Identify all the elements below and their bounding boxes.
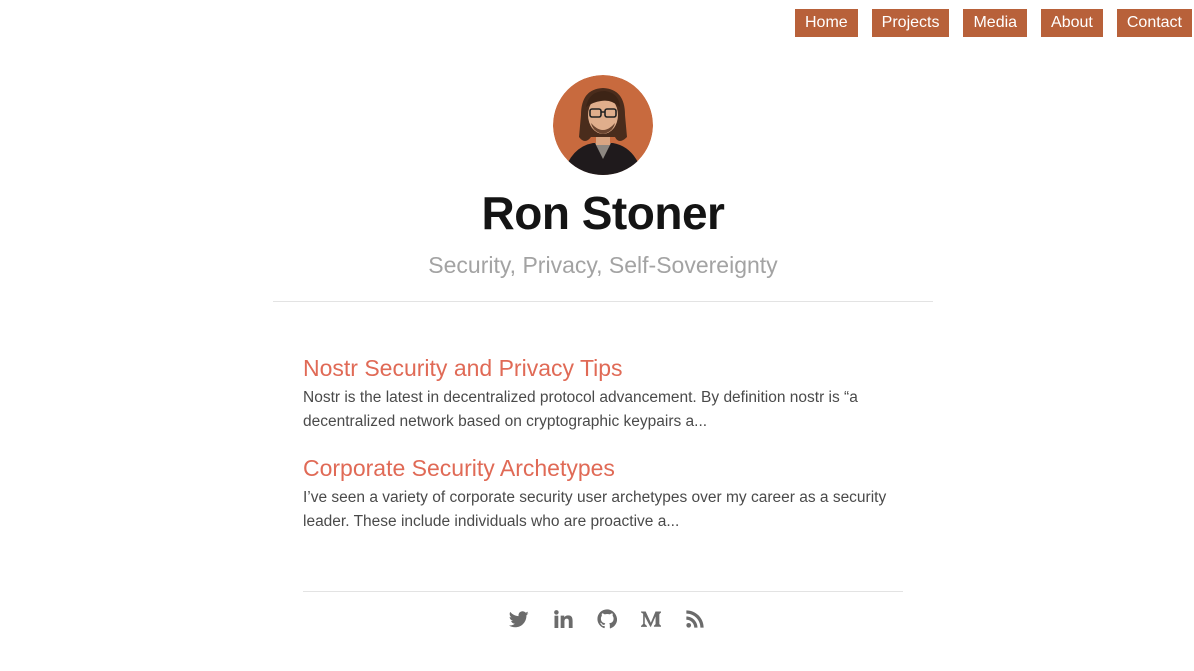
avatar[interactable] [553,75,653,175]
post-title-link[interactable]: Nostr Security and Privacy Tips [303,352,623,384]
social-links [0,608,1194,630]
header-divider [273,301,933,302]
nav-contact[interactable]: Contact [1116,9,1192,37]
post-title-link[interactable]: Corporate Security Archetypes [303,452,615,484]
github-icon[interactable] [597,608,617,630]
nav-home[interactable]: Home [794,9,858,37]
site-title[interactable]: Ron Stoner [273,185,933,241]
rss-icon[interactable] [685,608,705,630]
site-header: Ron Stoner Security, Privacy, Self-Sover… [273,75,933,279]
nav-projects[interactable]: Projects [871,9,950,37]
site-subtitle: Security, Privacy, Self-Sovereignty [428,252,778,278]
twitter-icon[interactable] [509,608,529,630]
post-item: Corporate Security Archetypes I’ve seen … [303,452,903,534]
post-list: Nostr Security and Privacy Tips Nostr is… [303,352,903,552]
top-navigation: Home Projects Media About Contact [794,9,1192,37]
footer-divider [303,591,903,592]
post-excerpt: Nostr is the latest in decentralized pro… [303,389,858,430]
medium-icon[interactable] [641,608,661,630]
post-item: Nostr Security and Privacy Tips Nostr is… [303,352,903,434]
avatar-portrait-icon [553,75,653,175]
linkedin-icon[interactable] [553,608,573,630]
post-excerpt: I’ve seen a variety of corporate securit… [303,489,887,530]
page: Home Projects Media About Contact Ron St… [0,0,1194,671]
nav-about[interactable]: About [1041,9,1103,37]
nav-media[interactable]: Media [963,9,1028,37]
